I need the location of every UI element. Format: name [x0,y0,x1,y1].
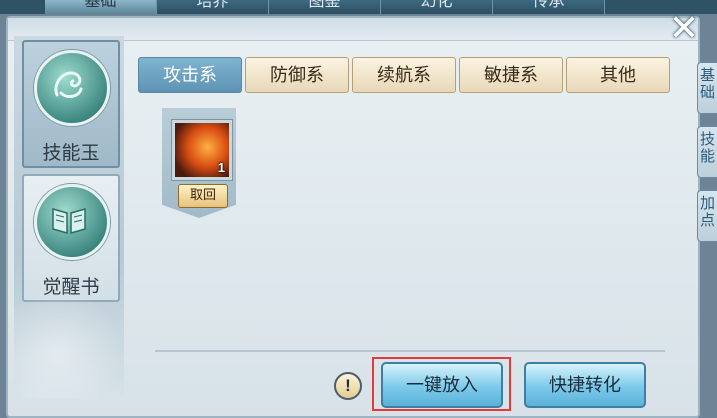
category-label: 技能玉 [42,143,100,164]
tab-agility[interactable]: 敏捷系 [459,57,563,93]
category-skill-jade[interactable]: 技能玉 [22,40,120,168]
side-tab-skill[interactable]: 技能 [697,126,717,178]
tab-endurance[interactable]: 续航系 [352,57,456,93]
tab-defense[interactable]: 防御系 [245,57,349,93]
top-tab-inherit[interactable]: 传承 [493,0,605,14]
retrieve-button[interactable]: 取回 [178,184,228,208]
book-icon [34,184,110,260]
side-tab-basic[interactable]: 基础 [697,62,717,114]
quick-convert-button[interactable]: 快捷转化 [524,362,646,408]
category-sidebar: 技能玉 觉醒书 [14,36,124,398]
top-tab-transform[interactable]: 幻化 [381,0,493,14]
side-tabs: 基础 技能 加点 [697,62,717,254]
attribute-tabs: 攻击系 防御系 续航系 敏捷系 其他 [138,57,670,93]
item-count: 1 [217,160,225,175]
divider [155,350,665,352]
item-grid: 1 取回 [138,94,675,350]
side-tab-points[interactable]: 加点 [697,190,717,242]
tab-other[interactable]: 其他 [566,57,670,93]
category-label: 觉醒书 [42,277,100,298]
close-icon[interactable]: ✕ [666,10,702,46]
fire-beast-skill-icon[interactable]: 1 [172,120,232,180]
top-tab-codex[interactable]: 图鉴 [269,0,381,14]
tab-attack[interactable]: 攻击系 [138,57,242,93]
top-tab-cultivate[interactable]: 培养 [157,0,269,14]
top-tab-basic[interactable]: 基础 [45,0,157,14]
top-nav: 基础 培养 图鉴 幻化 传承 [0,0,717,14]
dragon-emblem-icon [34,50,110,126]
category-awakening-book[interactable]: 觉醒书 [22,174,120,302]
info-icon[interactable]: ! [334,372,362,400]
put-all-button[interactable]: 一键放入 [381,362,503,408]
